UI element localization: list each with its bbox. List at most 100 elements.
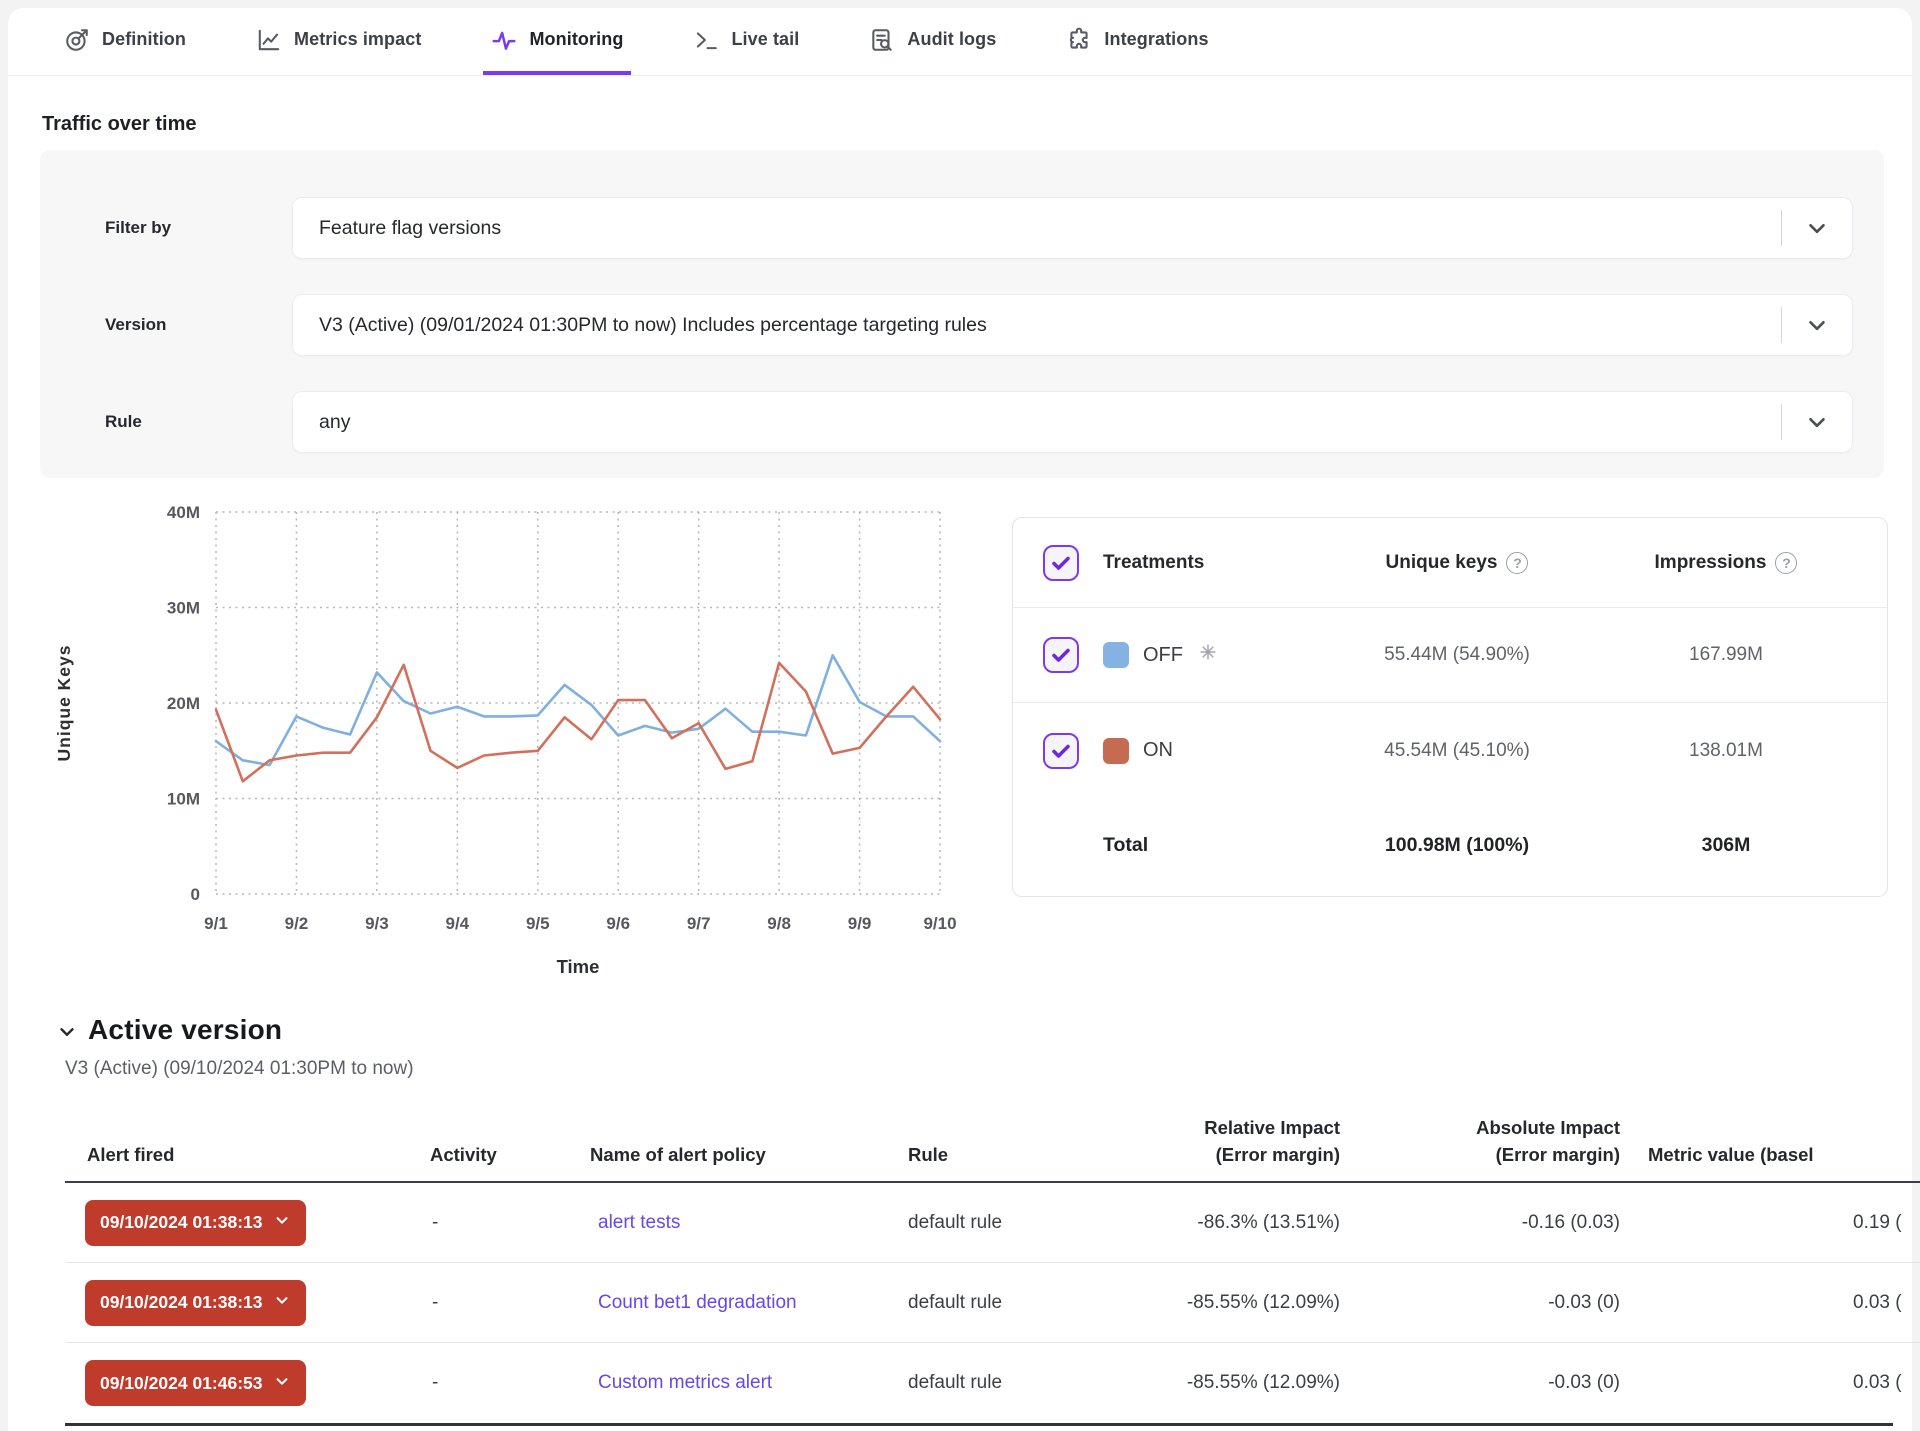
alert-policy-link[interactable]: Count bet1 degradation bbox=[598, 1292, 797, 1313]
chevron-down-icon bbox=[1804, 409, 1830, 435]
x-tick-label: 9/9 bbox=[848, 914, 872, 933]
alert-metric-value: 0.03 ( bbox=[1853, 1372, 1902, 1394]
x-tick-label: 9/7 bbox=[687, 914, 711, 933]
alert-fired-timestamp: 09/10/2024 01:38:13 bbox=[100, 1292, 263, 1313]
chevron-down-icon bbox=[273, 1372, 291, 1395]
treatment-row-off: OFF 55.44M (54.90%) 167.99M bbox=[1013, 608, 1887, 703]
total-label: Total bbox=[1103, 834, 1303, 857]
x-tick-label: 9/4 bbox=[446, 914, 470, 933]
alert-relative-impact: -85.55% (12.09%) bbox=[1040, 1292, 1340, 1314]
y-tick-label: 40M bbox=[167, 503, 200, 522]
series-color-swatch bbox=[1103, 642, 1129, 668]
select-value: Feature flag versions bbox=[319, 217, 1781, 240]
filter-row: Rule any bbox=[40, 391, 1884, 453]
table-bottom-scrollbar[interactable] bbox=[65, 1423, 1893, 1426]
audit-log-icon bbox=[869, 27, 895, 53]
active-version-title: Active version bbox=[88, 1014, 282, 1046]
pulse-icon bbox=[491, 27, 517, 53]
traffic-over-time-chart: 010M20M30M40M9/19/29/39/49/59/69/79/89/9… bbox=[0, 500, 1000, 1000]
alert-fired-button[interactable]: 09/10/2024 01:38:13 bbox=[85, 1280, 306, 1326]
alerts-column-header-3: Rule bbox=[908, 1141, 948, 1169]
alert-row: 09/10/2024 01:46:53 - Custom metrics ale… bbox=[65, 1343, 1920, 1423]
filter-by-select[interactable]: Feature flag versions bbox=[292, 197, 1853, 259]
chart-line-icon bbox=[256, 27, 282, 53]
x-tick-label: 9/10 bbox=[923, 914, 956, 933]
version-select[interactable]: V3 (Active) (09/01/2024 01:30PM to now) … bbox=[292, 294, 1853, 356]
alert-absolute-impact: -0.16 (0.03) bbox=[1360, 1212, 1620, 1234]
filter-label-version: Version bbox=[105, 315, 166, 335]
chevron-down-icon bbox=[56, 1021, 78, 1043]
alert-activity: - bbox=[432, 1212, 438, 1234]
alerts-table-header-row: Alert firedActivityName of alert policyR… bbox=[65, 1095, 1920, 1183]
alert-relative-impact: -85.55% (12.09%) bbox=[1040, 1372, 1340, 1394]
chevron-down-icon bbox=[1804, 312, 1830, 338]
alerts-table: Alert firedActivityName of alert policyR… bbox=[65, 1095, 1920, 1425]
treatments-column-header: Treatments bbox=[1103, 552, 1303, 574]
rule-select[interactable]: any bbox=[292, 391, 1853, 453]
tab-monitoring[interactable]: Monitoring bbox=[483, 8, 631, 75]
alert-relative-impact: -86.3% (13.51%) bbox=[1040, 1212, 1340, 1234]
alert-activity: - bbox=[432, 1372, 438, 1394]
series-color-swatch bbox=[1103, 738, 1129, 764]
y-axis-title: Unique Keys bbox=[54, 645, 74, 762]
y-tick-label: 0 bbox=[191, 885, 200, 904]
chevron-down-icon bbox=[1804, 215, 1830, 241]
x-tick-label: 9/8 bbox=[767, 914, 791, 933]
alert-policy-link[interactable]: alert tests bbox=[598, 1212, 680, 1233]
alert-metric-value: 0.03 ( bbox=[1853, 1292, 1902, 1314]
alerts-column-header-1: Activity bbox=[430, 1141, 497, 1169]
alert-metric-value: 0.19 ( bbox=[1853, 1212, 1902, 1234]
tab-integrations[interactable]: Integrations bbox=[1058, 8, 1216, 75]
treatment-impressions: 167.99M bbox=[1611, 644, 1841, 666]
alert-fired-button[interactable]: 09/10/2024 01:46:53 bbox=[85, 1360, 306, 1406]
select-divider bbox=[1781, 210, 1782, 246]
y-tick-label: 20M bbox=[167, 694, 200, 713]
monitoring-page: Definition Metrics impact Monitoring Liv… bbox=[0, 0, 1920, 1431]
tab-metrics-impact[interactable]: Metrics impact bbox=[248, 8, 429, 75]
alerts-column-header-6: Metric value (basel bbox=[1648, 1141, 1814, 1169]
filter-row: Filter by Feature flag versions bbox=[40, 197, 1884, 259]
tab-bar: Definition Metrics impact Monitoring Liv… bbox=[8, 8, 1912, 76]
target-icon bbox=[64, 27, 90, 53]
alerts-column-header-5: Absolute Impact (Error margin) bbox=[1360, 1114, 1620, 1170]
alert-activity: - bbox=[432, 1292, 438, 1314]
tab-live-tail[interactable]: Live tail bbox=[685, 8, 807, 75]
tab-label: Metrics impact bbox=[294, 29, 421, 50]
tab-label: Live tail bbox=[731, 29, 799, 50]
puzzle-icon bbox=[1066, 27, 1092, 53]
alert-fired-button[interactable]: 09/10/2024 01:38:13 bbox=[85, 1200, 306, 1246]
tab-definition[interactable]: Definition bbox=[56, 8, 194, 75]
treatments-header-row: Treatments Unique keys ? Impressions ? bbox=[1013, 518, 1887, 608]
page-title: Traffic over time bbox=[42, 113, 197, 136]
impressions-column-header: Impressions bbox=[1655, 552, 1767, 574]
series-on-line bbox=[216, 663, 940, 781]
select-value: V3 (Active) (09/01/2024 01:30PM to now) … bbox=[319, 314, 1781, 337]
tab-label: Integrations bbox=[1104, 29, 1208, 50]
treatment-checkbox-on[interactable] bbox=[1043, 733, 1079, 769]
default-treatment-icon bbox=[1197, 641, 1219, 669]
terminal-icon bbox=[693, 27, 719, 53]
active-version-header[interactable]: Active version bbox=[56, 1014, 282, 1046]
alert-absolute-impact: -0.03 (0) bbox=[1360, 1292, 1620, 1314]
treatments-select-all-checkbox[interactable] bbox=[1043, 545, 1079, 581]
help-icon[interactable]: ? bbox=[1775, 552, 1797, 574]
filter-row: Version V3 (Active) (09/01/2024 01:30PM … bbox=[40, 294, 1884, 356]
filter-label-filter-by: Filter by bbox=[105, 218, 171, 238]
tab-audit-logs[interactable]: Audit logs bbox=[861, 8, 1004, 75]
y-tick-label: 30M bbox=[167, 599, 200, 618]
treatment-checkbox-off[interactable] bbox=[1043, 637, 1079, 673]
alert-absolute-impact: -0.03 (0) bbox=[1360, 1372, 1620, 1394]
alert-row: 09/10/2024 01:38:13 - Count bet1 degrada… bbox=[65, 1263, 1920, 1343]
alert-rule: default rule bbox=[908, 1292, 1002, 1314]
x-tick-label: 9/3 bbox=[365, 914, 389, 933]
x-tick-label: 9/6 bbox=[606, 914, 630, 933]
tab-label: Definition bbox=[102, 29, 186, 50]
unique-keys-column-header: Unique keys bbox=[1386, 552, 1498, 574]
treatments-total-row: Total 100.98M (100%) 306M bbox=[1013, 798, 1887, 893]
help-icon[interactable]: ? bbox=[1506, 552, 1528, 574]
total-impressions: 306M bbox=[1611, 834, 1841, 857]
filter-label-rule: Rule bbox=[105, 412, 142, 432]
treatment-unique-keys: 55.44M (54.90%) bbox=[1327, 644, 1587, 666]
treatment-unique-keys: 45.54M (45.10%) bbox=[1327, 740, 1587, 762]
alert-policy-link[interactable]: Custom metrics alert bbox=[598, 1372, 772, 1393]
